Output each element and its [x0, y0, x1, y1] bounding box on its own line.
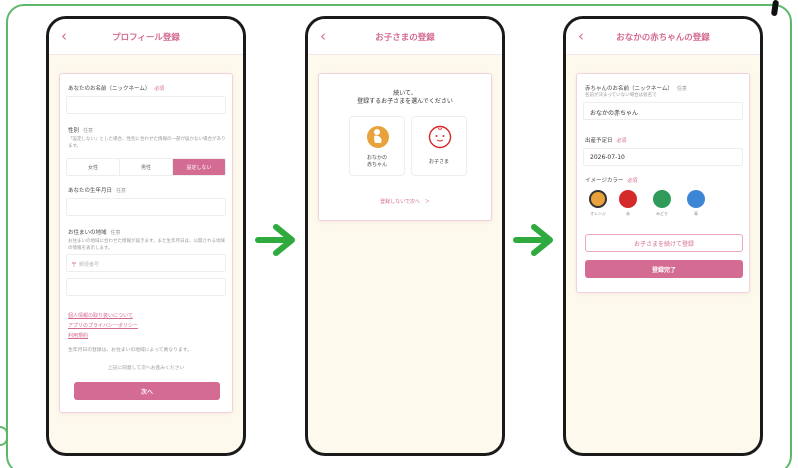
- region-select[interactable]: [66, 278, 226, 296]
- privacy-policy-link[interactable]: アプリのプライバシーポリシー: [68, 322, 138, 329]
- region-hint: お住まいの地域に合わせた情報が届きます。また生年月日は、公開される地域の情報を表…: [68, 239, 226, 251]
- arrow-right-icon: [513, 224, 553, 256]
- baby-face-icon: [428, 125, 452, 149]
- postal-code-input[interactable]: 〒 郵便番号: [66, 254, 226, 272]
- gender-female-button[interactable]: 女性: [67, 159, 120, 175]
- back-chevron-icon[interactable]: ‹: [320, 27, 326, 45]
- phone-child-registration: ‹ お子さまの登録 続いて、 登録するお子さまを選んでください おなかの 赤ちゃ…: [305, 16, 505, 456]
- back-chevron-icon[interactable]: ‹: [578, 27, 584, 45]
- header: ‹ お子さまの登録: [308, 19, 502, 55]
- page-title: プロフィール登録: [112, 32, 180, 43]
- gender-male-button[interactable]: 男性: [120, 159, 173, 175]
- color-green-label: みどり: [656, 211, 668, 216]
- gender-unset-button[interactable]: 設定しない: [173, 159, 225, 175]
- color-green-option[interactable]: [653, 190, 671, 208]
- privacy-handling-link[interactable]: 個人情報の取り扱いについて: [68, 312, 133, 319]
- region-label: お住まいの地域 任意: [68, 230, 121, 236]
- gender-label: 性別 任意: [68, 128, 94, 134]
- baby-name-input[interactable]: おなかの赤ちゃん: [583, 102, 743, 120]
- gender-hint: 「設定しない」とした場合、性別に合わせた情報の一部が届かない場合があります。: [68, 137, 226, 149]
- birthday-note: 生年月日の登録は、お住まいの地域によって異なります。: [68, 348, 192, 353]
- color-orange-option[interactable]: [589, 190, 607, 208]
- color-orange-label: オレンジ: [590, 211, 606, 216]
- arrow-right-icon: [255, 224, 295, 256]
- color-red-option[interactable]: [619, 190, 637, 208]
- name-input[interactable]: [66, 96, 226, 114]
- next-button[interactable]: 次へ: [74, 382, 220, 400]
- consent-note: 上記に同意して次へお進みください: [107, 366, 185, 371]
- phone-baby-registration: ‹ おなかの赤ちゃんの登録 赤ちゃんのお名前（ニックネーム） 任意 名前が決まって…: [563, 16, 763, 456]
- page-title: おなかの赤ちゃんの登録: [616, 32, 710, 43]
- color-red-label: 赤: [626, 211, 630, 216]
- gender-selector: 女性 男性 設定しない: [66, 158, 226, 176]
- profile-form-card: あなたのお名前（ニックネーム） 必須 性別 任意 「設定しない」とした場合、性別に合…: [59, 73, 233, 413]
- phone-profile-registration: ‹ プロフィール登録 あなたのお名前（ニックネーム） 必須 性別 任意 「設定しない…: [46, 16, 246, 456]
- complete-registration-button[interactable]: 登録完了: [585, 260, 743, 278]
- birthday-label: あなたの生年月日 任意: [68, 188, 127, 194]
- pregnancy-icon: [367, 126, 389, 148]
- color-blue-label: 青: [694, 211, 698, 216]
- due-date-label: 出産予定日 必須: [585, 138, 627, 144]
- baby-name-hint: 名前が決まっていない場合は仮名で: [585, 93, 657, 98]
- child-option[interactable]: お子さま: [411, 116, 467, 176]
- unborn-baby-option[interactable]: おなかの 赤ちゃん: [349, 116, 405, 176]
- postal-mark-icon: 〒: [71, 262, 78, 269]
- header: ‹ プロフィール登録: [49, 19, 243, 55]
- back-chevron-icon[interactable]: ‹: [61, 27, 67, 45]
- due-date-input[interactable]: 2026-07-10: [583, 148, 743, 166]
- color-blue-option[interactable]: [687, 190, 705, 208]
- baby-form-card: 赤ちゃんのお名前（ニックネーム） 任意 名前が決まっていない場合は仮名で おなかの…: [576, 73, 750, 293]
- intro-line-2: 登録するお子さまを選んでください: [357, 98, 453, 105]
- image-color-label: イメージカラー 必須: [585, 178, 638, 184]
- page-title: お子さまの登録: [375, 32, 435, 43]
- skip-registration-link[interactable]: 登録しないで次へ ＞: [319, 198, 491, 205]
- header: ‹ おなかの赤ちゃんの登録: [566, 19, 760, 55]
- birthday-input[interactable]: [66, 198, 226, 216]
- child-select-card: 続いて、 登録するお子さまを選んでください おなかの 赤ちゃん お子さま 登録し…: [318, 73, 492, 221]
- name-label: あなたのお名前（ニックネーム） 必須: [68, 86, 165, 92]
- baby-name-label: 赤ちゃんのお名前（ニックネーム） 任意: [585, 86, 687, 92]
- add-another-child-button[interactable]: お子さまを続けて登録: [585, 234, 743, 252]
- terms-link[interactable]: 利用規約: [68, 332, 88, 339]
